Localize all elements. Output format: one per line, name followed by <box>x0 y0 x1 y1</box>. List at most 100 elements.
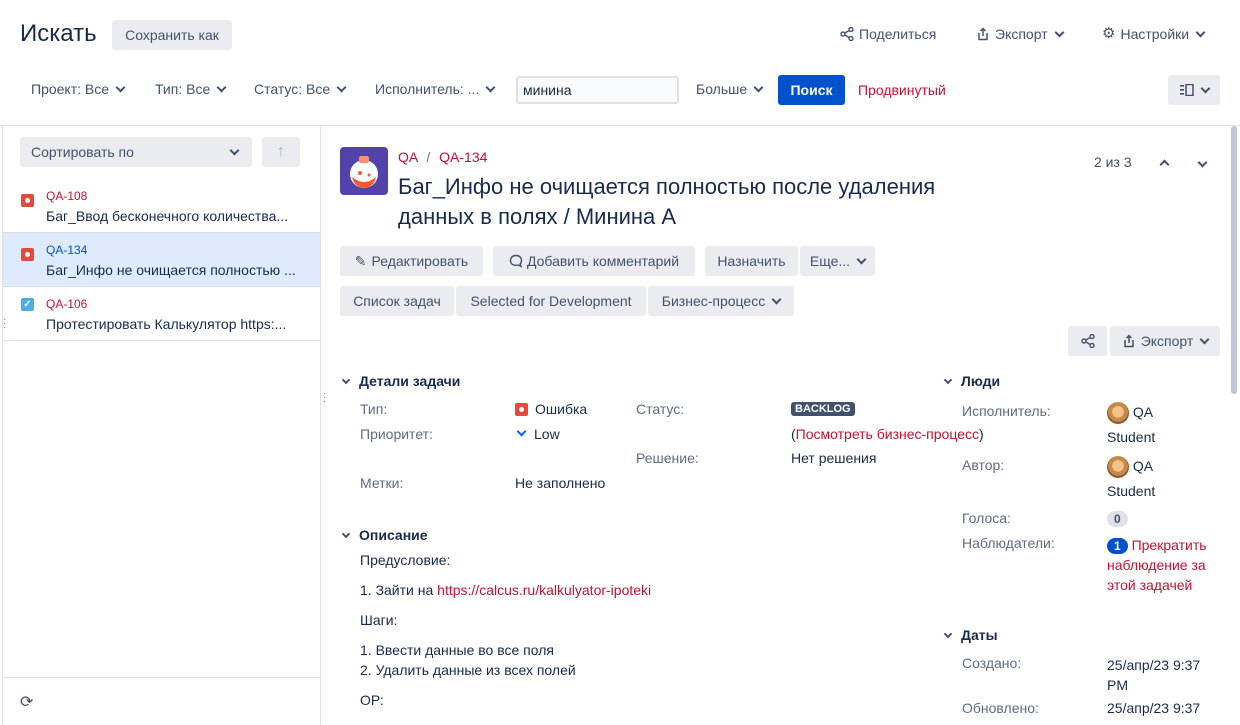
sidebar-footer-divider <box>3 677 320 678</box>
resize-handle-icon[interactable]: · · · <box>3 315 6 333</box>
issue-title-line: Баг_Инфо не очищается полностью после уд… <box>398 174 936 199</box>
share-button[interactable]: Поделиться <box>840 26 936 42</box>
project-avatar <box>340 147 388 195</box>
issue-title: Баг_Инфо не очищается полностью после уд… <box>398 172 935 232</box>
view-workflow-link[interactable]: Посмотреть бизнес-процесс <box>796 426 979 442</box>
sort-label: Сортировать по <box>31 144 134 160</box>
selected-for-development-button[interactable]: Selected for Development <box>456 286 646 316</box>
sidebar-divider <box>320 126 321 725</box>
add-comment-button[interactable]: Добавить комментарий <box>493 246 695 276</box>
scrollbar-track[interactable] <box>1229 126 1240 725</box>
issue-summary: Баг_Инфо не очищается полностью ... <box>46 262 296 278</box>
stop-watching-link[interactable]: этой задачей <box>1107 575 1207 595</box>
list-item[interactable]: ✓ QA-106 Протестировать Калькулятор http… <box>3 287 320 341</box>
gear-icon: ⚙ <box>1102 25 1116 42</box>
filter-type[interactable]: Тип: Все <box>155 81 227 97</box>
bug-icon <box>21 247 34 261</box>
edit-button[interactable]: ✎ Редактировать <box>340 246 483 276</box>
description-step: 1. Ввести данные во все поля <box>360 642 554 658</box>
layout-toggle-button[interactable] <box>1168 75 1220 105</box>
resize-handle-icon[interactable]: · · · <box>323 389 326 407</box>
settings-label: Настройки <box>1120 26 1190 42</box>
advanced-search-link[interactable]: Продвинутый <box>858 82 946 98</box>
save-as-button[interactable]: Сохранить как <box>112 20 232 50</box>
type-value-text: Ошибка <box>535 401 588 417</box>
share-icon <box>840 27 854 41</box>
more-actions-button[interactable]: Еще... <box>800 246 875 276</box>
assign-button[interactable]: Назначить <box>705 246 798 276</box>
filter-project[interactable]: Проект: Все <box>31 81 126 97</box>
description-step: 2. Удалить данные из всех полей <box>360 662 576 678</box>
filter-status[interactable]: Статус: Все <box>254 81 347 97</box>
more-actions-label: Еще... <box>809 253 851 269</box>
chevron-down-icon <box>943 629 953 638</box>
chevron-down-icon <box>216 82 227 92</box>
assignee-name-line: QA <box>1132 404 1154 420</box>
priority-value: Low <box>515 426 560 442</box>
votes-label: Голоса: <box>962 510 1011 526</box>
stop-watching-link[interactable]: Прекратить <box>1132 537 1207 553</box>
description-section-toggle[interactable]: Описание <box>340 527 428 543</box>
stop-watching-link[interactable]: наблюдение за <box>1107 555 1207 575</box>
sort-dropdown[interactable]: Сортировать по <box>20 137 252 167</box>
breadcrumb-issue-key[interactable]: QA-134 <box>439 149 487 165</box>
people-section-toggle[interactable]: Люди <box>942 373 1000 389</box>
breadcrumb-project[interactable]: QA <box>398 149 417 165</box>
export-button[interactable]: Экспорт <box>976 26 1065 42</box>
description-precondition: Предусловие: <box>360 552 451 568</box>
description-step: 1. Зайти на https://calcus.ru/kalkulyato… <box>360 582 651 598</box>
header-divider <box>0 125 1240 126</box>
chevron-down-icon <box>485 82 496 92</box>
details-section-toggle[interactable]: Детали задачи <box>340 373 460 389</box>
filter-status-label: Статус: Все <box>254 81 331 97</box>
description-heading: Описание <box>359 527 428 543</box>
calcus-link[interactable]: https://calcus.ru/kalkulyator-ipoteki <box>437 582 651 598</box>
issue-key: QA-108 <box>46 189 88 203</box>
previous-issue-button[interactable] <box>1153 155 1171 171</box>
chevron-down-icon <box>341 529 351 538</box>
issue-key: QA-106 <box>46 297 88 311</box>
watchers-count-badge[interactable]: 1 <box>1107 538 1128 554</box>
list-view-icon <box>1179 84 1194 96</box>
search-input[interactable] <box>516 76 679 104</box>
edit-label: Редактировать <box>371 253 469 269</box>
search-button[interactable]: Поиск <box>778 75 845 105</box>
comment-icon <box>509 254 523 268</box>
votes-count-badge[interactable]: 0 <box>1107 511 1128 527</box>
people-heading: Люди <box>961 373 1001 389</box>
export-icon <box>978 27 988 41</box>
filter-assignee[interactable]: Исполнитель: ... <box>375 81 496 97</box>
workflow-link-wrapper: (Посмотреть бизнес-процесс) <box>791 426 984 442</box>
issue-key: QA-134 <box>46 243 88 257</box>
todo-transition-button[interactable]: Список задач <box>340 286 454 316</box>
created-label: Создано: <box>962 655 1022 671</box>
chevron-up-icon <box>1159 159 1170 170</box>
arrow-up-icon: ↑ <box>277 143 285 160</box>
status-label: Статус: <box>636 401 685 417</box>
scrollbar-thumb[interactable] <box>1231 126 1237 394</box>
assignee-label: Исполнитель: <box>962 403 1051 419</box>
resolution-label: Решение: <box>636 450 699 466</box>
workflow-button[interactable]: Бизнес-процесс <box>648 286 794 316</box>
reporter-value[interactable]: QA Student <box>1107 454 1155 504</box>
assignee-value[interactable]: QA Student <box>1107 400 1155 450</box>
share-issue-button[interactable] <box>1068 326 1107 356</box>
sort-direction-button[interactable]: ↑ <box>262 137 300 167</box>
list-item[interactable]: QA-134 Баг_Инфо не очищается полностью .… <box>3 233 320 287</box>
created-value: 25/апр/23 9:37 PM <box>1107 655 1200 695</box>
export-issue-button[interactable]: Экспорт <box>1110 326 1220 356</box>
next-issue-button[interactable] <box>1191 153 1209 169</box>
chevron-down-icon <box>1197 157 1208 168</box>
labels-value: Не заполнено <box>515 475 606 491</box>
settings-button[interactable]: ⚙ Настройки <box>1102 25 1206 42</box>
filter-project-label: Проект: Все <box>31 81 110 97</box>
reporter-name-line: QA <box>1132 458 1154 474</box>
list-item[interactable]: QA-108 Баг_Ввод бесконечного количества.… <box>3 179 320 233</box>
export-label: Экспорт <box>995 26 1048 42</box>
refresh-icon[interactable]: ⟳ <box>20 692 33 712</box>
issue-summary: Баг_Ввод бесконечного количества... <box>46 208 289 224</box>
dates-heading: Даты <box>961 627 998 643</box>
filter-more[interactable]: Больше <box>696 81 764 97</box>
type-value: Ошибка <box>515 401 587 417</box>
dates-section-toggle[interactable]: Даты <box>942 627 998 643</box>
